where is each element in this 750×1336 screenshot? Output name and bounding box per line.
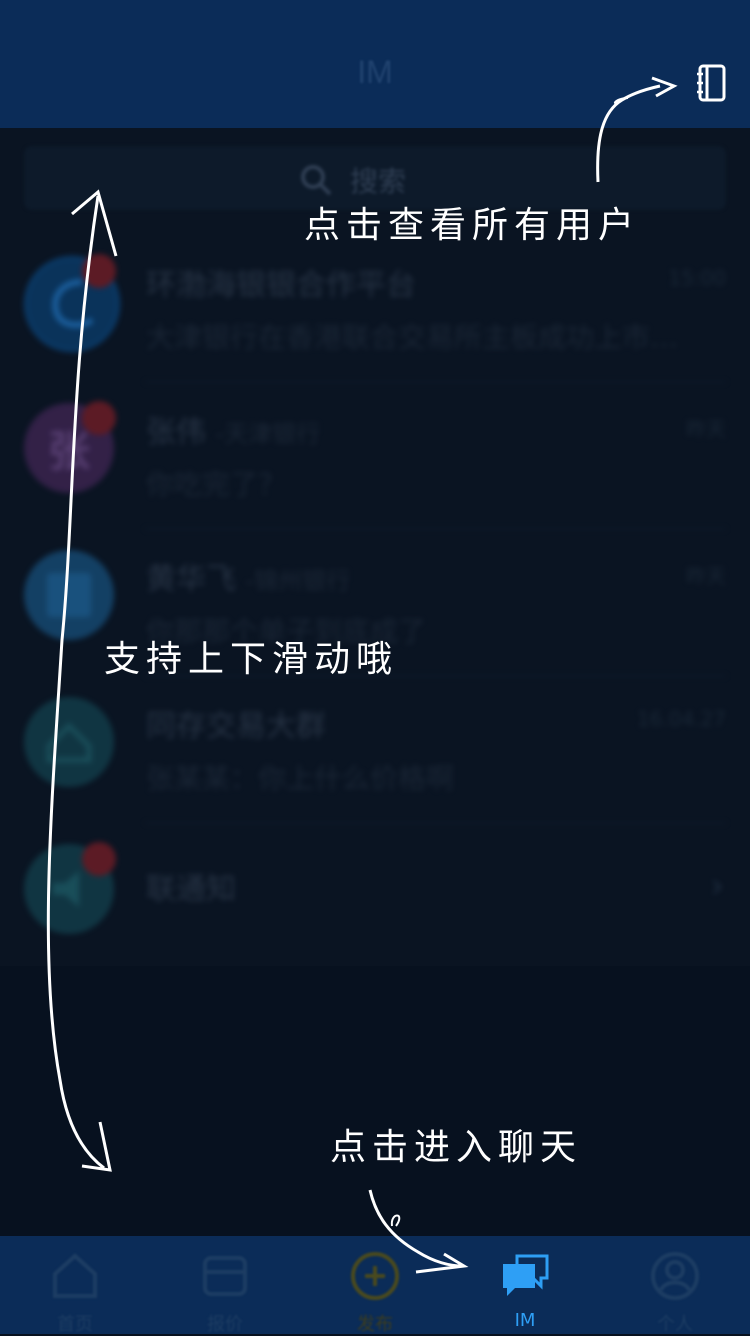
chat-title: 同存交易大群 <box>146 709 326 744</box>
search-icon <box>301 165 332 196</box>
chat-org: -天津银行 <box>215 420 321 448</box>
chat-title: 黄华飞 -锦州银行 <box>146 554 350 598</box>
avatar <box>24 697 114 787</box>
chat-title: 联通知 <box>146 872 236 907</box>
address-book-icon <box>697 64 726 102</box>
chat-name: 张伟 <box>146 415 206 450</box>
tab-home[interactable]: 首页 <box>0 1236 150 1335</box>
avatar-logo-icon <box>47 573 91 617</box>
page-title: IM <box>357 54 393 90</box>
chat-title: 张伟 -天津银行 <box>146 407 320 451</box>
add-icon <box>351 1252 399 1300</box>
chat-icon <box>503 1254 549 1296</box>
chat-list: 环渤海银银合作平台 15:00 大津银行在香港联合交易所主板成功上市… 张 张伟… <box>0 236 750 974</box>
tab-im[interactable]: IM <box>450 1236 600 1334</box>
app-header: IM <box>0 0 750 128</box>
chat-row[interactable]: 张 张伟 -天津银行 昨天 你吃完了？ <box>0 383 750 530</box>
chat-row[interactable]: 黄华飞 -锦州银行 昨天 你那那个单子到底成了 <box>0 530 750 677</box>
contacts-button[interactable] <box>697 64 727 102</box>
home-icon <box>53 1253 97 1298</box>
unread-badge <box>82 401 116 435</box>
chat-row[interactable]: 联通知 › <box>0 824 750 974</box>
hint-enter-chat: 点击进入聊天 <box>330 1127 583 1168</box>
chat-preview: 你吃完了？ <box>146 468 287 501</box>
tab-label: 个人 <box>657 1314 693 1335</box>
search-placeholder: 搜索 <box>350 165 407 198</box>
tab-quote[interactable]: 报价 <box>150 1236 300 1335</box>
chat-preview: 张某某：你上什么价格啊 <box>146 762 455 795</box>
chevron-right-icon: › <box>710 866 724 906</box>
tab-label: 发布 <box>357 1314 393 1335</box>
group-chat-icon <box>46 722 92 763</box>
chat-time: 15:00 <box>668 266 726 290</box>
avatar <box>24 550 114 640</box>
chat-time: 昨天 <box>686 564 726 588</box>
store-icon <box>203 1256 247 1296</box>
chat-time: 昨天 <box>686 417 726 441</box>
tab-publish[interactable]: 发布 <box>300 1236 450 1335</box>
arrow-head <box>81 1121 112 1172</box>
chat-org: -锦州银行 <box>245 567 351 595</box>
chat-preview: 大津银行在香港联合交易所主板成功上市… <box>146 321 679 354</box>
chat-title: 环渤海银银合作平台 <box>146 268 416 303</box>
tab-profile[interactable]: 个人 <box>600 1236 750 1335</box>
bottom-nav: 首页 报价 发布 IM 个人 <box>0 1236 750 1335</box>
unread-badge <box>82 254 116 288</box>
chat-name: 黄华飞 <box>146 562 236 597</box>
chat-row[interactable]: 环渤海银银合作平台 15:00 大津银行在香港联合交易所主板成功上市… <box>0 236 750 383</box>
chat-row[interactable]: 同存交易大群 16.04.27 张某某：你上什么价格啊 <box>0 677 750 824</box>
tab-label: 报价 <box>207 1314 243 1335</box>
unread-badge <box>82 842 116 876</box>
arrow-loop <box>390 1214 401 1227</box>
tab-label: IM <box>514 1310 536 1331</box>
search-input[interactable]: 搜索 <box>24 146 726 210</box>
chat-time: 16.04.27 <box>636 707 726 731</box>
chat-preview: 你那那个单子到底成了 <box>146 615 427 648</box>
tab-label: 首页 <box>57 1314 93 1335</box>
profile-icon <box>651 1252 699 1300</box>
